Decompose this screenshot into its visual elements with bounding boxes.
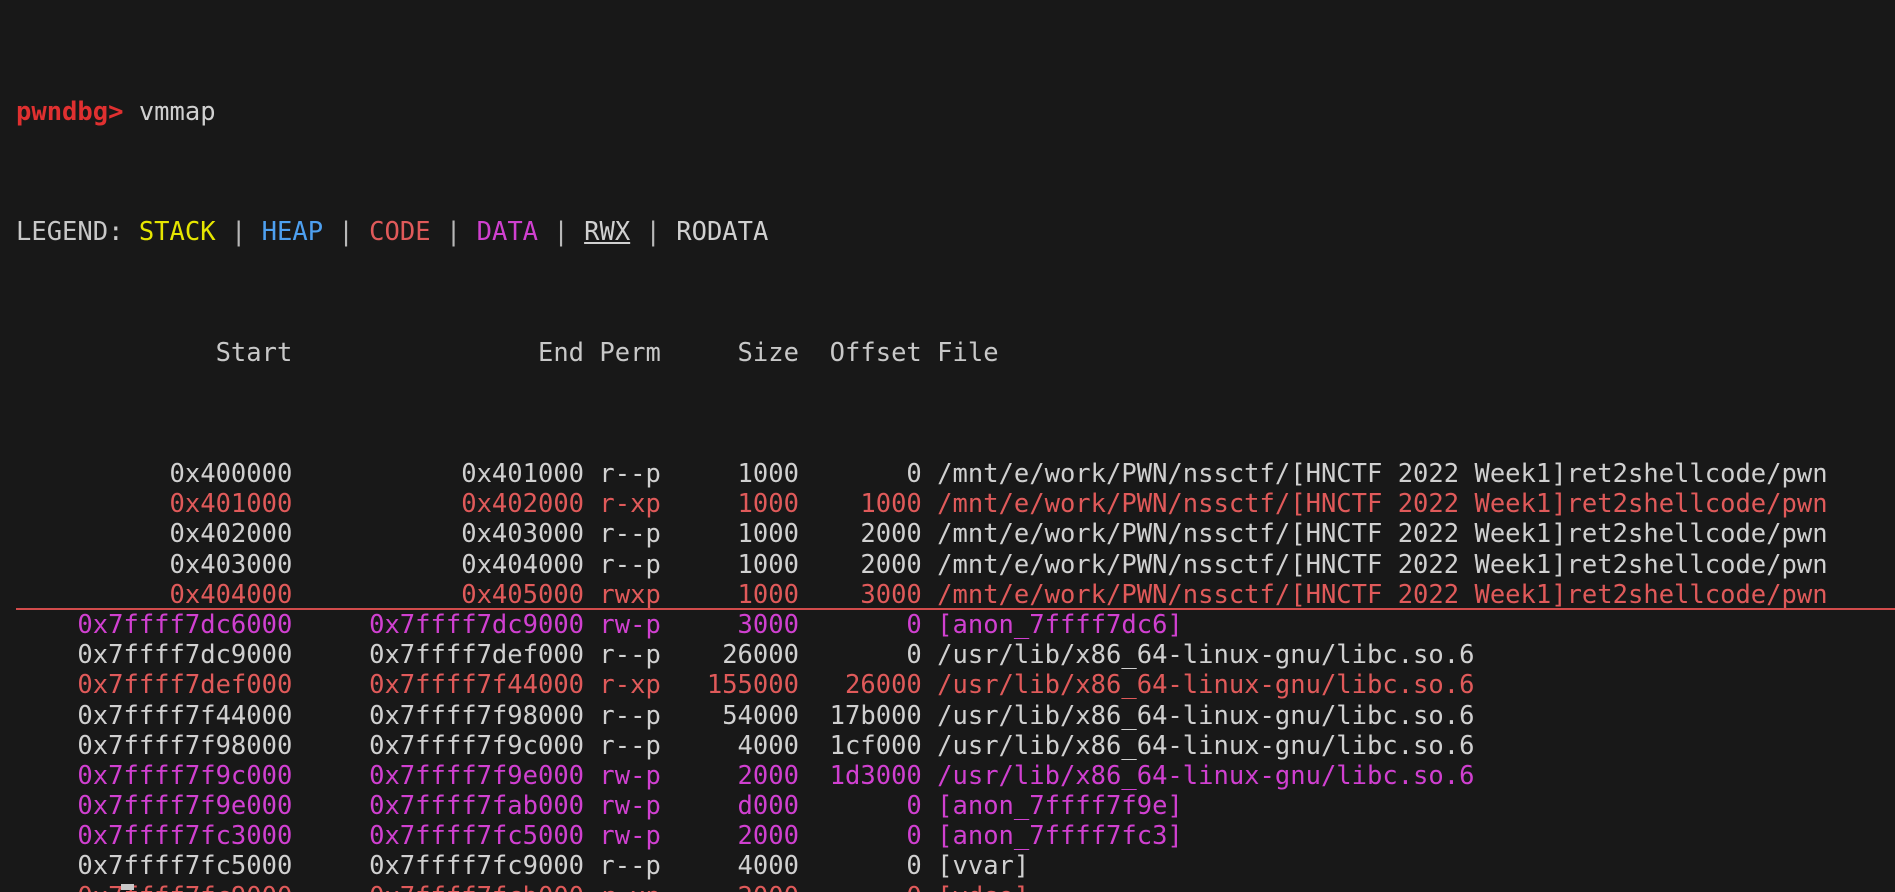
- table-row-text: 0x404000 0x405000 rwxp 1000 3000 /mnt/e/…: [16, 579, 1828, 610]
- table-row: 0x7ffff7f98000 0x7ffff7f9c000 r--p 4000 …: [0, 731, 1895, 761]
- command-text: vmmap: [138, 96, 216, 127]
- table-row: 0x7ffff7fc3000 0x7ffff7fc5000 rw-p 2000 …: [0, 821, 1895, 851]
- legend-entry-stack: STACK: [138, 217, 216, 248]
- header-text: Start End Perm Size Offset File: [16, 338, 999, 369]
- legend-entry-rodata: RODATA: [676, 217, 769, 248]
- table-row: 0x402000 0x403000 r--p 1000 2000 /mnt/e/…: [0, 519, 1895, 549]
- legend-entry-data: DATA: [476, 217, 539, 248]
- legend-separator: |: [215, 217, 262, 248]
- table-row: 0x7ffff7fc5000 0x7ffff7fc9000 r--p 4000 …: [0, 851, 1895, 881]
- legend-separator: |: [430, 217, 477, 248]
- table-row-text: 0x7ffff7fc3000 0x7ffff7fc5000 rw-p 2000 …: [16, 821, 1183, 852]
- table-row-text: 0x400000 0x401000 r--p 1000 0 /mnt/e/wor…: [16, 459, 1828, 489]
- table-row-text: 0x7ffff7def000 0x7ffff7f44000 r-xp 15500…: [16, 670, 1475, 701]
- legend-separator: |: [630, 217, 677, 248]
- table-row: 0x7ffff7dc6000 0x7ffff7dc9000 rw-p 3000 …: [0, 610, 1895, 640]
- table-row-text: 0x403000 0x404000 r--p 1000 2000 /mnt/e/…: [16, 549, 1828, 580]
- table-row-text: 0x7ffff7f9c000 0x7ffff7f9e000 rw-p 2000 …: [16, 760, 1475, 791]
- table-row: 0x7ffff7f9c000 0x7ffff7f9e000 rw-p 2000 …: [0, 761, 1895, 791]
- table-row-text: 0x7ffff7f44000 0x7ffff7f98000 r--p 54000…: [16, 700, 1475, 731]
- table-row: 0x7ffff7f9e000 0x7ffff7fab000 rw-p d000 …: [0, 791, 1895, 821]
- legend-entry-rwx: RWX: [584, 217, 631, 248]
- table-row: 0x7ffff7def000 0x7ffff7f44000 r-xp 15500…: [0, 670, 1895, 700]
- legend-separator: |: [323, 217, 370, 248]
- pwndbg-prompt: pwndbg>: [16, 96, 124, 127]
- table-row-text: 0x7ffff7dc6000 0x7ffff7dc9000 rw-p 3000 …: [16, 609, 1183, 640]
- table-row-text: 0x7ffff7dc9000 0x7ffff7def000 r--p 26000…: [16, 640, 1475, 671]
- prompt-line: pwndbg> vmmap: [0, 97, 1895, 127]
- legend-entry-heap: HEAP: [261, 217, 324, 248]
- table-row-text: 0x7ffff7fc5000 0x7ffff7fc9000 r--p 4000 …: [16, 851, 1030, 882]
- table-row: 0x400000 0x401000 r--p 1000 0 /mnt/e/wor…: [0, 459, 1895, 489]
- table-row-text: 0x402000 0x403000 r--p 1000 2000 /mnt/e/…: [16, 519, 1828, 550]
- legend-entry-code: CODE: [369, 217, 431, 248]
- terminal-window[interactable]: pwndbg> vmmap LEGEND: STACK | HEAP | COD…: [0, 0, 1895, 892]
- table-row: 0x404000 0x405000 rwxp 1000 3000 /mnt/e/…: [0, 580, 1895, 610]
- legend-separator: |: [538, 217, 585, 248]
- table-row: 0x7ffff7f44000 0x7ffff7f98000 r--p 54000…: [0, 701, 1895, 731]
- terminal-cursor: [121, 884, 134, 890]
- table-row: 0x7ffff7fc9000 0x7ffff7fcb000 r-xp 2000 …: [0, 882, 1895, 892]
- table-header-row: Start End Perm Size Offset File: [0, 338, 1895, 368]
- legend-label: LEGEND:: [16, 217, 139, 248]
- legend-line: LEGEND: STACK | HEAP | CODE | DATA | RWX…: [0, 217, 1895, 247]
- table-row-text: 0x7ffff7fc9000 0x7ffff7fcb000 r-xp 2000 …: [16, 882, 1029, 892]
- table-row-text: 0x7ffff7f98000 0x7ffff7f9c000 r--p 4000 …: [16, 730, 1475, 761]
- table-row-text: 0x7ffff7f9e000 0x7ffff7fab000 rw-p d000 …: [16, 791, 1183, 822]
- table-row: 0x7ffff7dc9000 0x7ffff7def000 r--p 26000…: [0, 640, 1895, 670]
- table-row: 0x401000 0x402000 r-xp 1000 1000 /mnt/e/…: [0, 489, 1895, 519]
- table-row: 0x403000 0x404000 r--p 1000 2000 /mnt/e/…: [0, 550, 1895, 580]
- vmmap-rows: 0x400000 0x401000 r--p 1000 0 /mnt/e/wor…: [0, 459, 1895, 892]
- table-row-text: 0x401000 0x402000 r-xp 1000 1000 /mnt/e/…: [16, 489, 1828, 520]
